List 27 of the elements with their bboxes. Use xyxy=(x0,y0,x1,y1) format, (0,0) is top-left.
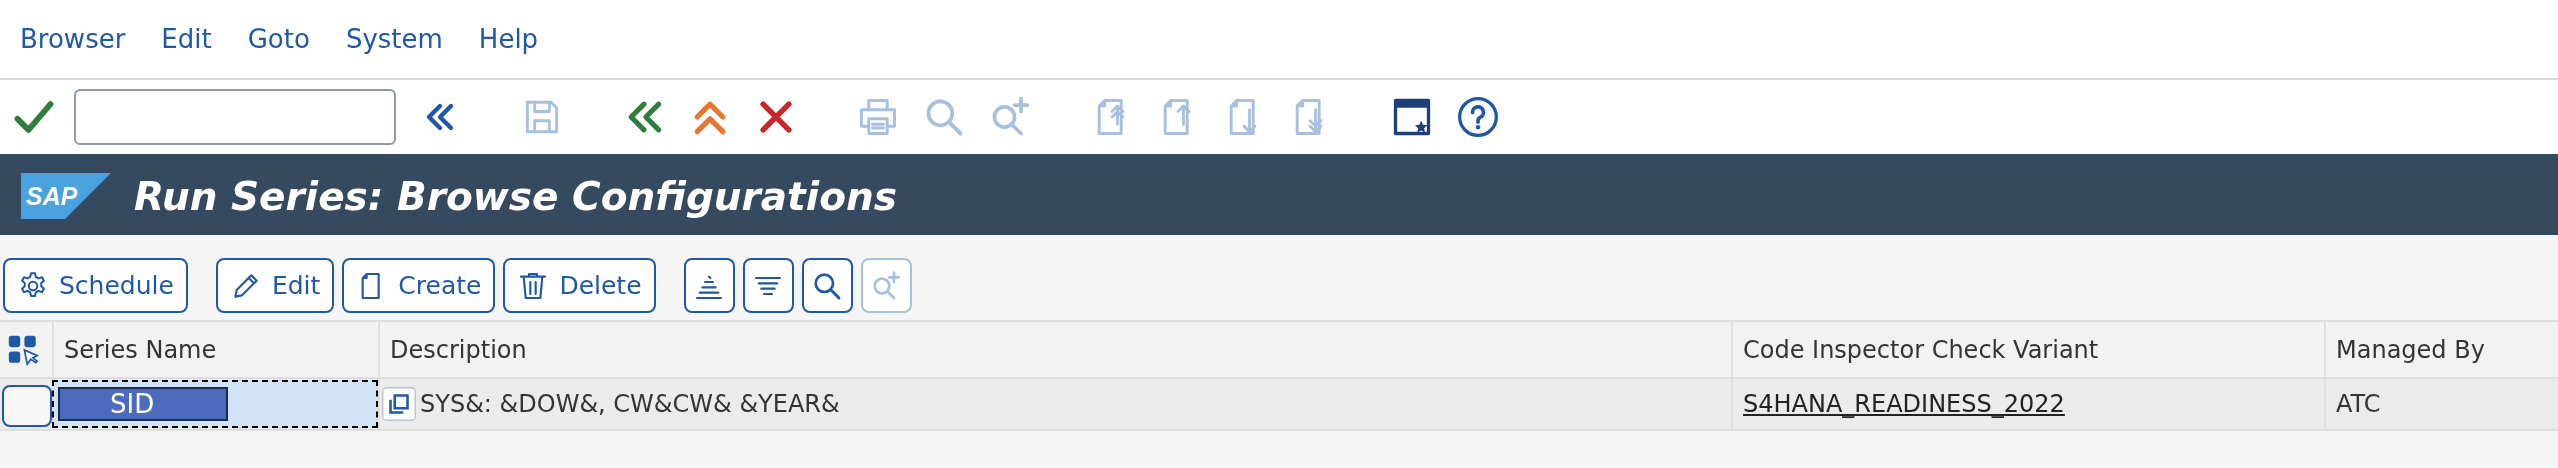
column-header[interactable]: Managed By xyxy=(2324,322,2558,377)
command-field[interactable] xyxy=(74,89,396,145)
menu-item[interactable]: Goto xyxy=(247,24,310,54)
table-cell: ATC xyxy=(2336,390,2381,418)
window-title: Run Series: Browse Configurations xyxy=(134,173,897,219)
menu-item[interactable]: System xyxy=(345,24,443,54)
search-plus-icon xyxy=(870,269,903,302)
sort-ascending-button[interactable] xyxy=(683,258,735,313)
help-icon[interactable] xyxy=(1456,95,1500,139)
menu-item[interactable]: Edit xyxy=(161,24,212,54)
table-cell: SYS&: &DOW&, CW&CW& &YEAR& xyxy=(420,390,840,418)
link[interactable]: S4HANA_READINESS_2022 xyxy=(1743,390,2065,418)
column-header[interactable]: Code Inspector Check Variant xyxy=(1731,322,2324,377)
menu-item[interactable]: Help xyxy=(478,24,539,54)
column-header[interactable]: Description xyxy=(378,322,1731,377)
column-header[interactable]: Series Name xyxy=(52,322,378,377)
row-selector[interactable] xyxy=(2,385,52,427)
create-button[interactable]: Create xyxy=(342,258,496,313)
schedule-button[interactable]: Schedule xyxy=(3,258,188,313)
input-field[interactable]: SID xyxy=(52,380,378,428)
edit-button[interactable]: Edit xyxy=(215,258,335,313)
value-help-icon[interactable] xyxy=(382,386,416,422)
filter-button[interactable] xyxy=(742,258,794,313)
logo-icon: SAP xyxy=(20,173,112,219)
delete-button[interactable]: Delete xyxy=(503,258,656,313)
menu-item[interactable]: Browser xyxy=(20,24,126,54)
find-button[interactable] xyxy=(801,258,853,313)
